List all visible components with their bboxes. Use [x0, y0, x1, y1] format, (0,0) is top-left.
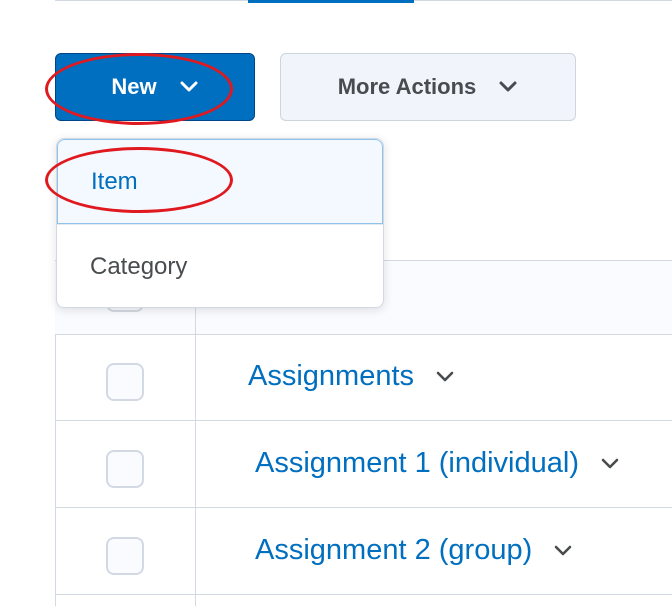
active-tab-indicator	[248, 0, 414, 3]
chevron-down-icon[interactable]	[434, 365, 456, 387]
new-button[interactable]: New	[55, 53, 255, 121]
table-row-label: Assignments	[248, 359, 415, 392]
chevron-down-icon[interactable]	[599, 452, 621, 474]
chevron-down-icon	[180, 81, 198, 92]
chevron-down-icon[interactable]	[552, 539, 574, 561]
chevron-down-icon	[499, 81, 517, 92]
more-actions-button[interactable]: More Actions	[280, 53, 576, 121]
column-divider	[195, 260, 196, 606]
row-checkbox[interactable]	[106, 450, 144, 488]
row-divider	[55, 334, 672, 335]
row-divider	[55, 420, 672, 421]
row-checkbox[interactable]	[106, 363, 144, 401]
row-checkbox[interactable]	[106, 537, 144, 575]
more-actions-button-label: More Actions	[337, 74, 477, 99]
menu-item-label: Category	[90, 253, 188, 280]
table-row-label: Assignment 2 (group)	[255, 533, 533, 566]
menu-item-item[interactable]: Item	[57, 139, 383, 224]
menu-item-category[interactable]: Category	[57, 224, 383, 307]
grades-table: Assignments Assignment 1 (individual) As…	[55, 260, 672, 606]
row-divider	[55, 507, 672, 508]
table-row-link[interactable]: Assignments	[248, 356, 456, 396]
new-button-label: New	[111, 74, 157, 99]
menu-item-label: Item	[91, 167, 138, 195]
table-row-label: Assignment 1 (individual)	[255, 446, 579, 479]
row-divider	[55, 594, 672, 595]
table-row-link[interactable]: Assignment 2 (group)	[255, 530, 574, 570]
new-dropdown-menu: Item Category	[56, 138, 384, 308]
table-left-border	[55, 334, 56, 606]
table-row-link[interactable]: Assignment 1 (individual)	[255, 443, 621, 483]
